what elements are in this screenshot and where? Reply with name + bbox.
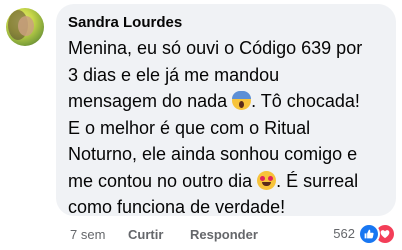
comment-text-segment: mensagem do nada xyxy=(68,91,228,111)
comment-text-segment: . É surreal xyxy=(276,170,359,191)
comment-timestamp[interactable]: 7 sem xyxy=(70,226,105,244)
comment-text-segment: me contou no outro dia xyxy=(68,170,253,191)
heart-icon xyxy=(380,230,390,239)
comment-text: Menina, eu só ouvi o Código 639 por 3 di… xyxy=(68,35,390,221)
thumbs-up-icon xyxy=(364,229,374,239)
comment-text-line: me contou no outro dia . É surreal xyxy=(68,168,390,195)
comment-text-line: Menina, eu só ouvi o Código 639 por xyxy=(68,38,363,58)
like-icon xyxy=(358,223,380,245)
comment-text-line: 3 dias e ele já me mandou xyxy=(68,64,280,85)
reply-button[interactable]: Responder xyxy=(190,226,258,244)
reactions-summary[interactable]: 562 xyxy=(327,222,398,246)
reaction-count: 562 xyxy=(333,226,355,241)
face-screaming-in-fear-icon xyxy=(232,91,252,110)
comment-text-line: como funciona de verdade! xyxy=(68,197,286,217)
avatar[interactable] xyxy=(6,8,44,46)
smiling-face-with-heart-eyes-icon xyxy=(257,170,277,190)
comment-author[interactable]: Sandra Lourdes xyxy=(68,13,182,33)
avatar-face xyxy=(18,16,34,36)
comment-text-line: E o melhor é que com o Ritual xyxy=(68,117,311,138)
comment-text-segment: . Tô chocada! xyxy=(251,91,360,111)
comment-text-line: Noturno, ele ainda sonhou comigo e xyxy=(68,144,358,164)
comment-bubble: Sandra Lourdes Menina, eu só ouvi o Códi… xyxy=(56,4,396,217)
comment: Sandra Lourdes Menina, eu só ouvi o Códi… xyxy=(0,0,402,250)
comment-text-line: mensagem do nada . Tô chocada! xyxy=(68,88,390,115)
like-button[interactable]: Curtir xyxy=(128,226,163,244)
